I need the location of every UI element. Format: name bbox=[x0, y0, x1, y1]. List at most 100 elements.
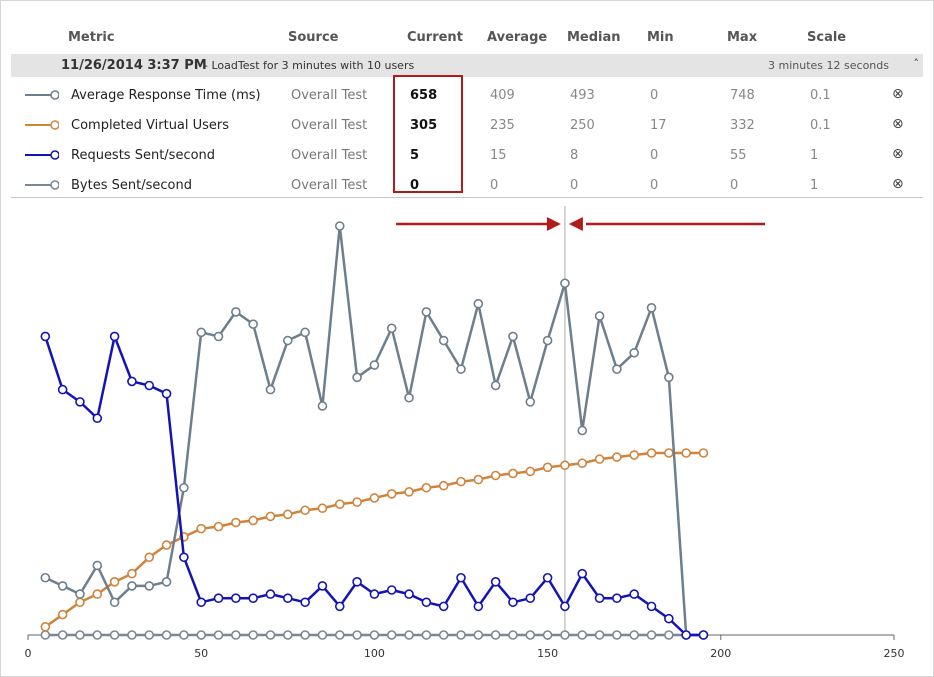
data-point bbox=[213, 593, 224, 603]
data-point bbox=[127, 581, 137, 591]
data-point bbox=[594, 454, 605, 464]
series-line-0 bbox=[44, 224, 704, 637]
data-point bbox=[248, 515, 258, 526]
data-point bbox=[75, 597, 85, 608]
data-point bbox=[664, 372, 674, 383]
data-point bbox=[282, 593, 293, 603]
data-point bbox=[144, 581, 155, 591]
data-point bbox=[300, 327, 310, 338]
data-point bbox=[664, 448, 674, 458]
data-point bbox=[473, 601, 484, 612]
data-point bbox=[404, 487, 414, 497]
data-point bbox=[352, 630, 362, 640]
x-tick-label: 0 bbox=[25, 647, 32, 660]
data-point bbox=[196, 630, 206, 640]
data-point bbox=[542, 335, 553, 346]
data-point bbox=[109, 331, 120, 342]
data-point bbox=[525, 593, 536, 603]
data-point bbox=[404, 630, 414, 640]
data-point bbox=[231, 593, 241, 603]
data-point bbox=[664, 613, 674, 624]
data-point bbox=[473, 474, 484, 485]
data-point bbox=[612, 593, 622, 603]
data-point bbox=[438, 335, 449, 346]
data-point bbox=[57, 384, 68, 395]
data-point bbox=[231, 307, 241, 317]
data-point bbox=[196, 597, 206, 608]
data-point bbox=[92, 413, 103, 424]
data-point bbox=[40, 572, 51, 583]
data-point bbox=[40, 630, 51, 640]
x-tick-label: 100 bbox=[364, 647, 385, 660]
data-point bbox=[40, 331, 51, 342]
data-point bbox=[456, 364, 466, 374]
data-point bbox=[57, 630, 68, 640]
data-point bbox=[646, 302, 657, 313]
data-point bbox=[317, 630, 328, 640]
data-point bbox=[300, 505, 310, 516]
data-point bbox=[542, 630, 553, 640]
data-point bbox=[404, 392, 414, 403]
data-point bbox=[629, 347, 640, 358]
data-point bbox=[508, 468, 518, 479]
data-point bbox=[508, 630, 518, 640]
data-point bbox=[629, 450, 640, 460]
data-point bbox=[317, 401, 328, 411]
data-point bbox=[542, 572, 553, 583]
data-point bbox=[282, 509, 293, 520]
data-point bbox=[369, 589, 380, 599]
data-point bbox=[646, 630, 657, 640]
data-point bbox=[75, 630, 85, 640]
data-point bbox=[664, 630, 674, 640]
data-point bbox=[369, 630, 380, 640]
data-point bbox=[352, 372, 362, 383]
data-point bbox=[57, 609, 68, 620]
data-point bbox=[352, 577, 362, 587]
data-point bbox=[92, 560, 103, 571]
data-point bbox=[473, 298, 484, 309]
data-point bbox=[421, 482, 432, 493]
data-point bbox=[421, 597, 432, 608]
data-point bbox=[92, 589, 103, 599]
data-point bbox=[334, 499, 345, 509]
data-point bbox=[369, 360, 380, 370]
data-point bbox=[144, 380, 155, 391]
data-point bbox=[248, 319, 258, 329]
data-point bbox=[577, 630, 588, 640]
data-point bbox=[248, 630, 258, 640]
data-point bbox=[612, 452, 622, 462]
data-point bbox=[525, 466, 536, 477]
data-point bbox=[179, 482, 189, 493]
data-point bbox=[248, 593, 258, 603]
data-point bbox=[144, 630, 155, 640]
data-point bbox=[681, 448, 691, 458]
data-point bbox=[525, 397, 536, 407]
data-point bbox=[525, 630, 536, 640]
data-point bbox=[560, 460, 570, 471]
data-point bbox=[490, 380, 501, 391]
data-point bbox=[265, 589, 276, 599]
data-point bbox=[369, 493, 380, 503]
data-point bbox=[542, 462, 553, 473]
data-point bbox=[560, 601, 570, 612]
data-point bbox=[404, 589, 414, 599]
data-point bbox=[109, 577, 120, 587]
performance-chart[interactable]: 0 50 100 150 200 250 bbox=[0, 0, 934, 677]
x-tick-label: 200 bbox=[710, 647, 731, 660]
data-point bbox=[594, 630, 605, 640]
data-point bbox=[438, 630, 449, 640]
series-line-1 bbox=[44, 451, 704, 628]
annotation-arrow-left-head bbox=[546, 217, 561, 231]
data-point bbox=[698, 630, 709, 640]
data-point bbox=[213, 630, 224, 640]
data-point bbox=[490, 630, 501, 640]
data-point bbox=[456, 572, 466, 583]
data-point bbox=[213, 331, 224, 342]
data-point bbox=[179, 630, 189, 640]
data-point bbox=[75, 589, 85, 599]
data-point bbox=[594, 311, 605, 321]
data-point bbox=[300, 597, 310, 608]
data-point bbox=[612, 364, 622, 374]
annotation-arrow-right-head bbox=[568, 217, 583, 231]
data-point bbox=[490, 577, 501, 587]
